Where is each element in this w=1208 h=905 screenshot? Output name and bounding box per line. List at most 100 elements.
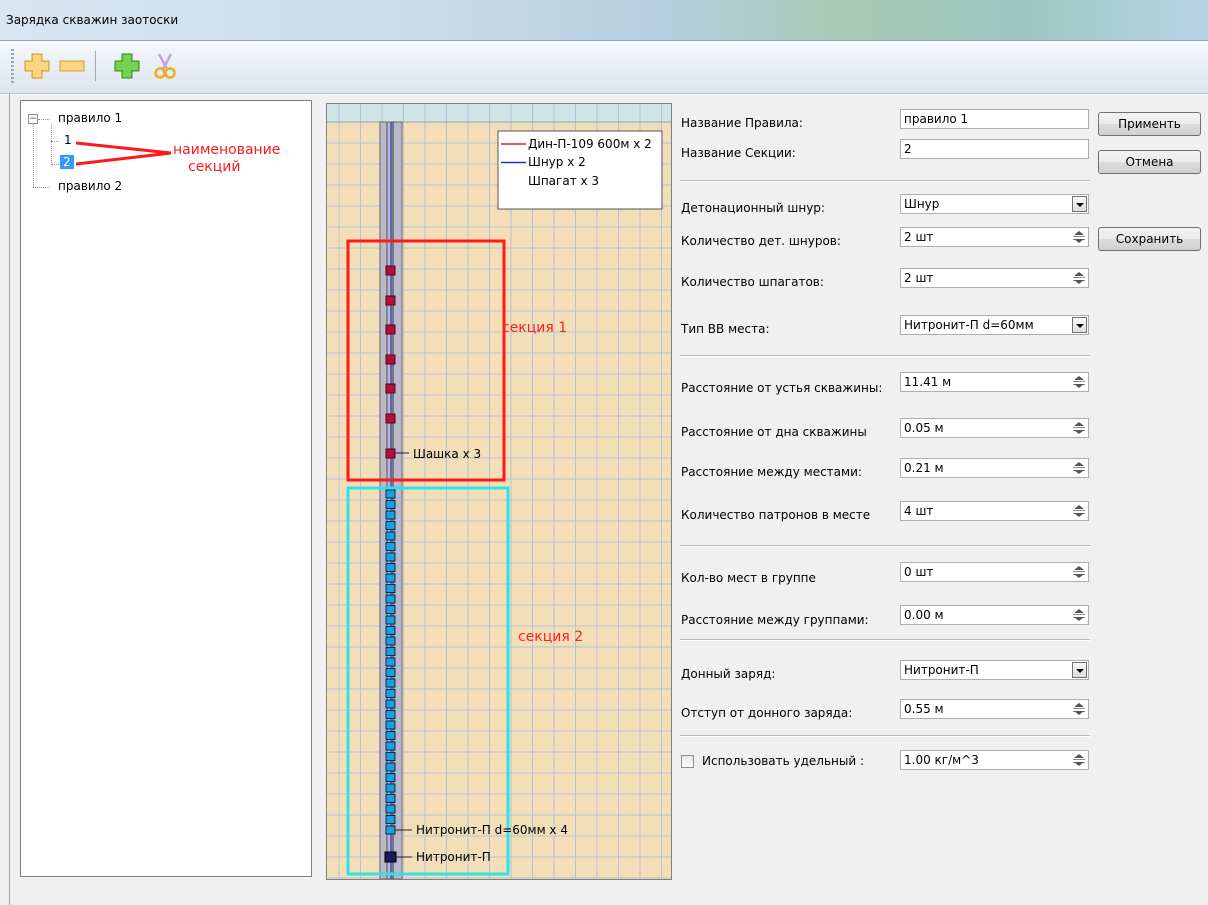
tree-item-section-1[interactable]: 1 <box>64 133 72 147</box>
cartridge-5 <box>385 531 396 541</box>
tree-line <box>51 164 59 165</box>
cartridge-12 <box>385 605 396 614</box>
cartridge-22 <box>385 710 396 719</box>
cartridge-10 <box>385 584 396 593</box>
add-rule-button[interactable] <box>22 51 52 81</box>
bottom-charge <box>384 851 397 863</box>
surface-band <box>327 104 671 122</box>
shashka-charge-6 <box>385 413 396 424</box>
bottom-charge-select[interactable]: Нитронит-П <box>900 660 1089 680</box>
annotation-arrow <box>76 141 172 166</box>
cut-section-button[interactable] <box>150 51 180 81</box>
spinner-icon[interactable] <box>1073 462 1085 475</box>
tree-line <box>51 124 52 165</box>
cartridge-21 <box>385 699 396 709</box>
cartridge-8 <box>385 563 396 572</box>
cartridges-per-place-label: Количество патронов в месте <box>681 508 871 522</box>
det-cord-count-stepper[interactable]: 2 шт <box>900 227 1089 247</box>
places-in-group-label: Кол-во мест в группе <box>681 571 816 585</box>
twine-count-stepper[interactable]: 2 шт <box>900 268 1089 288</box>
spinner-icon[interactable] <box>1073 422 1085 435</box>
cartridge-3 <box>385 510 396 520</box>
tree-item-rule-2[interactable]: правило 2 <box>58 179 122 193</box>
det-cord-label: Детонационный шнур: <box>681 201 825 215</box>
bottom-charge-label: Нитронит-П <box>416 850 491 864</box>
explosive-type-select[interactable]: Нитронит-П d=60мм <box>900 315 1089 335</box>
places-in-group-value: 0 шт <box>904 565 934 579</box>
rule-name-input[interactable]: правило 1 <box>900 109 1089 129</box>
minus-orange-icon <box>59 60 85 72</box>
tree-item-rule-1[interactable]: правило 1 <box>58 111 122 125</box>
cartridge-31 <box>385 804 396 814</box>
det-cord-select[interactable]: Шнур <box>900 194 1089 214</box>
shashka-charge-5 <box>385 383 396 394</box>
collapse-icon[interactable]: − <box>28 114 38 124</box>
cartridge-11 <box>385 594 396 604</box>
apply-button[interactable]: Применть <box>1098 112 1201 136</box>
chevron-down-icon[interactable] <box>1072 196 1087 212</box>
separator <box>680 180 1090 182</box>
spinner-icon[interactable] <box>1073 505 1085 518</box>
cartridge-27 <box>385 762 396 772</box>
shashka-charge-1 <box>385 265 396 276</box>
spinner-icon[interactable] <box>1073 376 1085 389</box>
dist-groups-stepper[interactable]: 0.00 м <box>900 605 1089 625</box>
spinner-icon[interactable] <box>1073 609 1085 622</box>
cartridge-17 <box>385 657 396 667</box>
section-name-input[interactable]: 2 <box>900 139 1089 159</box>
spinner-icon[interactable] <box>1073 703 1085 716</box>
det-cord-count-label: Количество дет. шнуров: <box>681 234 841 248</box>
separator <box>680 735 1090 737</box>
annotation-line-1: наименование <box>173 142 281 158</box>
shashka-charge-3 <box>385 324 396 335</box>
use-specific-checkbox[interactable] <box>681 755 694 768</box>
cartridge-32 <box>385 815 396 824</box>
add-section-button[interactable] <box>112 51 142 81</box>
cartridge-7 <box>385 552 396 562</box>
tree-line <box>38 119 50 120</box>
shashka-label: Шашка x 3 <box>413 447 482 461</box>
cartridge-6 <box>385 542 396 551</box>
spinner-icon[interactable] <box>1073 272 1085 285</box>
legend-label-3: Шпагат x 3 <box>528 174 600 188</box>
dist-groups-value: 0.00 м <box>904 608 944 622</box>
shashka-charge-7 <box>385 448 396 459</box>
section-name-label: Название Секции: <box>681 146 796 160</box>
cartridge-9 <box>385 573 396 583</box>
dist-places-label: Расстояние между местами: <box>681 465 862 479</box>
bottom-charge-value: Нитронит-П <box>904 663 979 677</box>
spinner-icon[interactable] <box>1073 566 1085 579</box>
det-cord-value: Шнур <box>904 197 940 211</box>
rules-tree[interactable]: − правило 1 1 2 правило 2 наименование с… <box>20 100 312 877</box>
spinner-icon[interactable] <box>1073 231 1085 244</box>
tree-line <box>51 141 59 142</box>
cartridge-2 <box>385 500 396 509</box>
dist-places-stepper[interactable]: 0.21 м <box>900 458 1089 478</box>
spinner-icon[interactable] <box>1073 754 1085 767</box>
shashka-charge-4 <box>385 354 396 365</box>
remove-rule-button[interactable] <box>57 51 87 81</box>
dist-bottom-stepper[interactable]: 0.05 м <box>900 418 1089 438</box>
dist-mouth-stepper[interactable]: 11.41 м <box>900 372 1089 392</box>
det-cord-count-value: 2 шт <box>904 230 934 244</box>
toolbar-grip[interactable] <box>11 49 14 85</box>
shashka-charge-2 <box>385 295 396 306</box>
save-button[interactable]: Сохранить <box>1098 227 1201 251</box>
separator <box>680 355 1090 357</box>
places-in-group-stepper[interactable]: 0 шт <box>900 562 1089 582</box>
use-specific-stepper[interactable]: 1.00 кг/м^3 <box>900 750 1089 770</box>
cancel-button[interactable]: Отмена <box>1098 150 1201 174</box>
bottom-offset-value: 0.55 м <box>904 702 944 716</box>
bottom-charge-field-label: Донный заряд: <box>681 667 776 681</box>
dist-places-value: 0.21 м <box>904 461 944 475</box>
separator <box>680 545 1090 547</box>
dist-mouth-label: Расстояние от устья скважины: <box>681 381 883 395</box>
dist-bottom-label: Расстояние от дна скважины <box>681 425 867 439</box>
chevron-down-icon[interactable] <box>1072 662 1087 678</box>
bottom-offset-stepper[interactable]: 0.55 м <box>900 699 1089 719</box>
tree-item-section-2[interactable]: 2 <box>60 155 74 169</box>
section-2-label: секция 2 <box>518 629 584 645</box>
cartridges-per-place-stepper[interactable]: 4 шт <box>900 501 1089 521</box>
chevron-down-icon[interactable] <box>1072 317 1087 333</box>
cartridge-13 <box>385 615 396 625</box>
